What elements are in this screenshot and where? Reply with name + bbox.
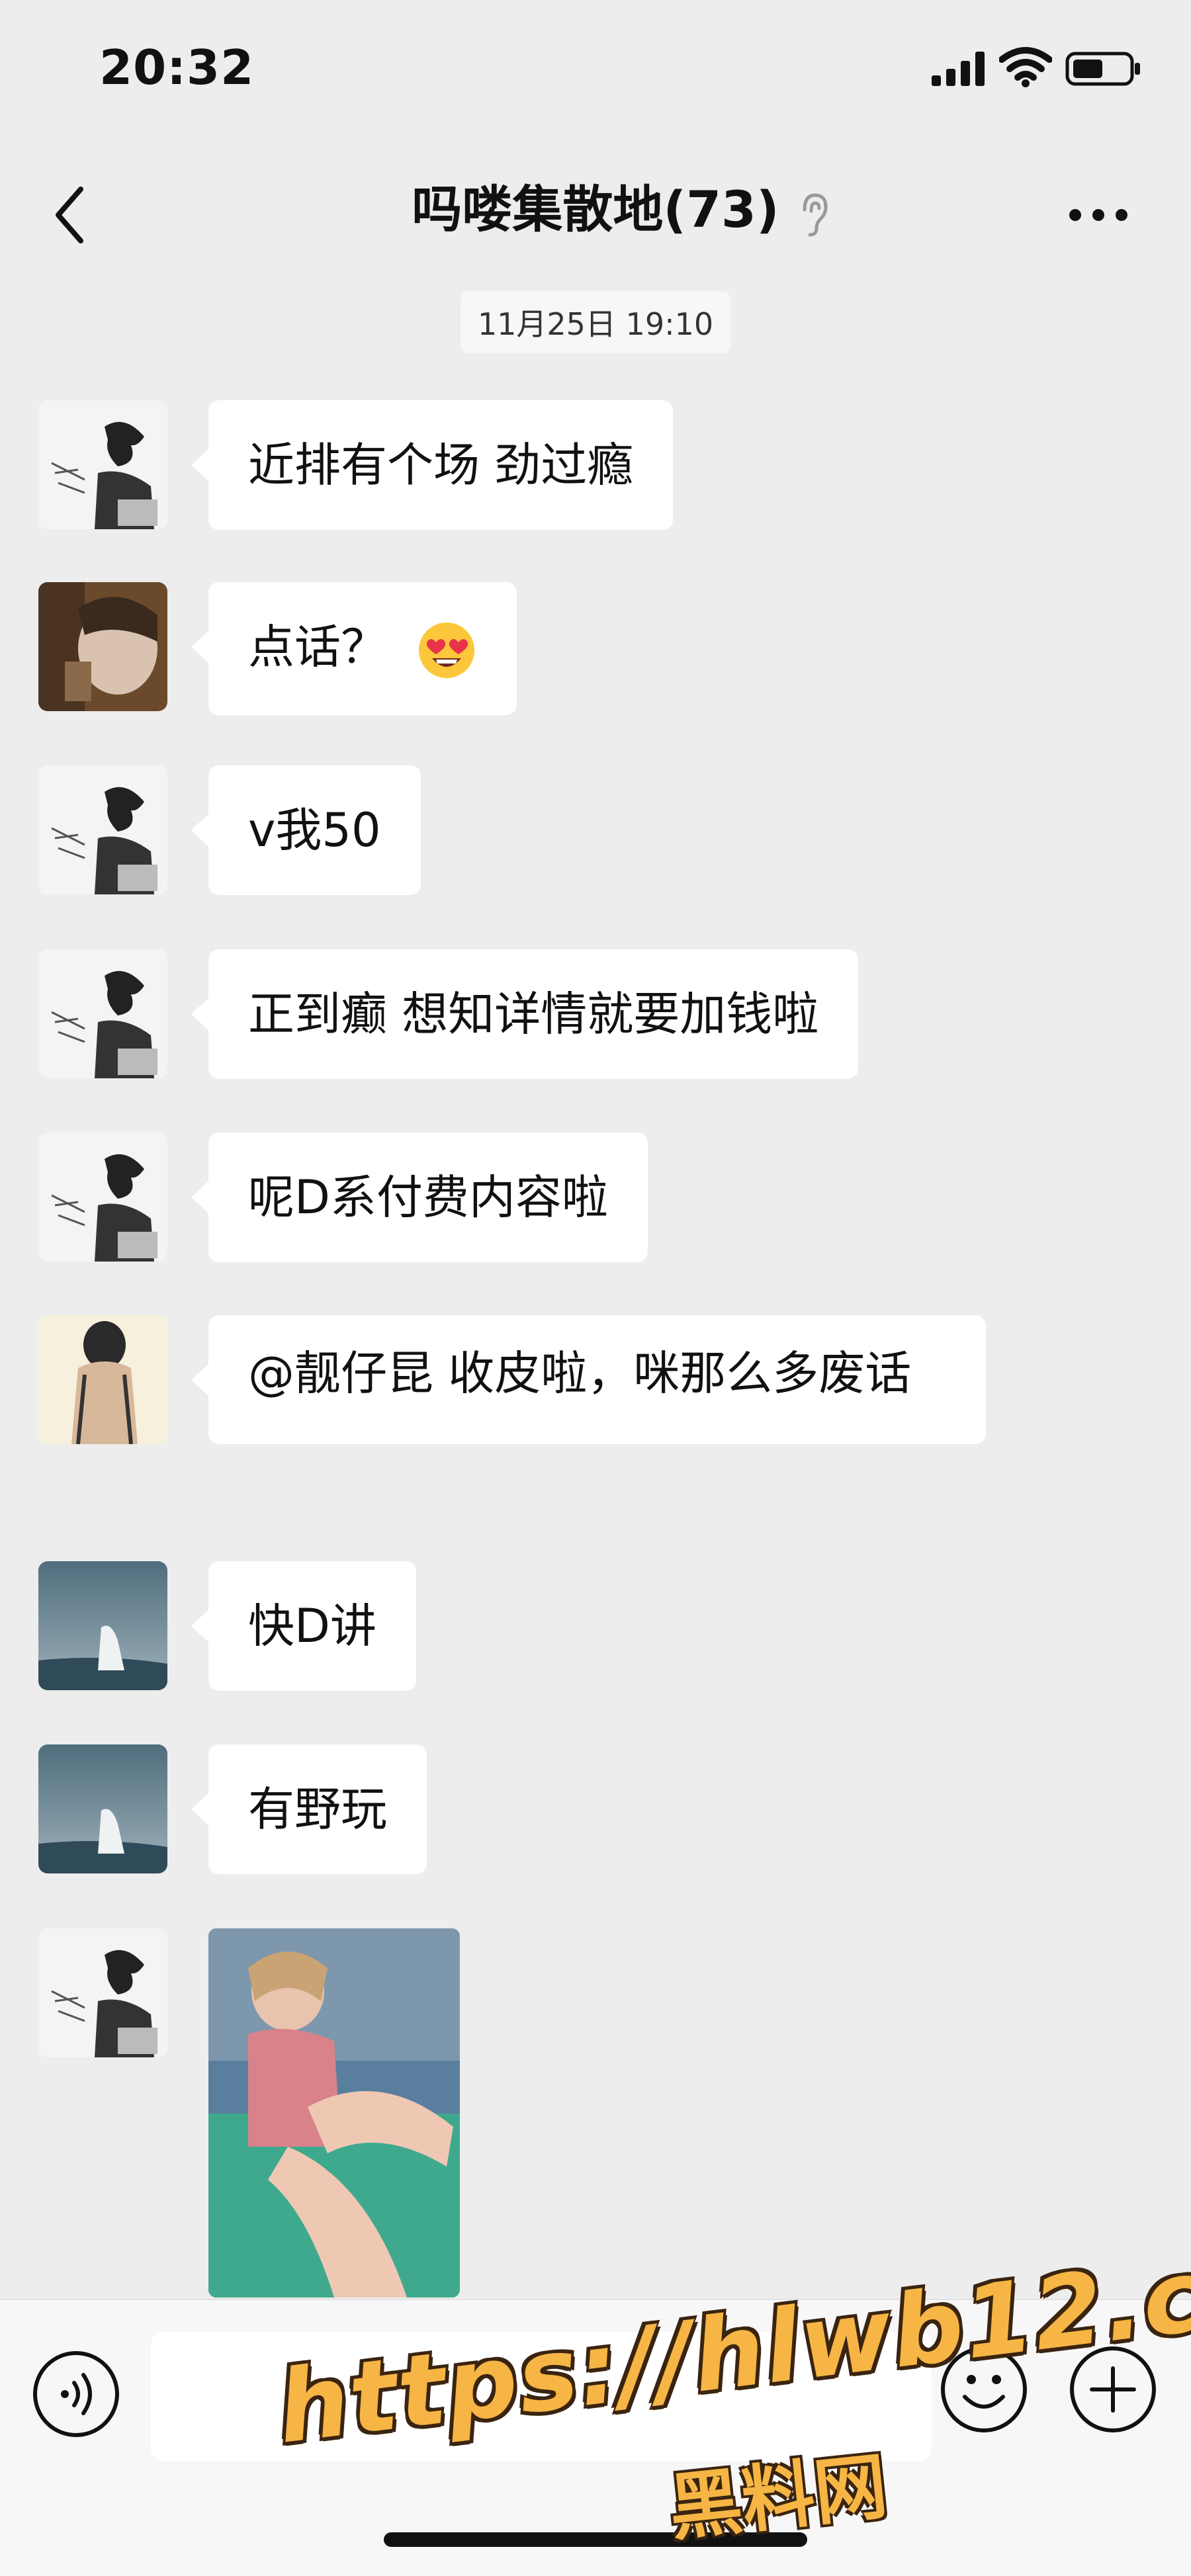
avatar-illustration-image (38, 1315, 167, 1444)
avatar[interactable] (38, 1928, 167, 2057)
avatar-sketch-image (38, 949, 167, 1078)
avatar[interactable] (38, 765, 167, 894)
avatar-sketch-image (38, 1133, 167, 1262)
message-bubble[interactable]: @靓仔昆 收皮啦，咪那么多废话 (191, 1315, 986, 1444)
avatar-sketch-image (38, 400, 167, 529)
message-bubble[interactable]: 快D讲 (191, 1561, 416, 1691)
image-message[interactable] (208, 1928, 460, 2297)
avatar-sketch-image (38, 765, 167, 894)
message-bubble[interactable]: 有野玩 (191, 1744, 427, 1874)
message-text: 呢D系付费内容啦 (248, 1170, 608, 1224)
avatar[interactable] (38, 1315, 167, 1444)
message-text: 近排有个场 劲过瘾 (248, 438, 634, 492)
emoji-icon (941, 2346, 1027, 2432)
message-text: @靓仔昆 收皮啦，咪那么多废话 (248, 1346, 912, 1400)
message-text: 点话？ (248, 620, 387, 674)
avatar-sketch-image (38, 1928, 167, 2057)
chat-header: 吗喽集散地(73) (0, 139, 1191, 278)
message-bubble[interactable]: v我50 (191, 765, 421, 895)
more-actions-button[interactable] (1069, 2345, 1158, 2437)
message-text: 快D讲 (248, 1599, 376, 1653)
chat-title: 吗喽集散地(73) (412, 180, 779, 239)
plus-icon (1070, 2346, 1156, 2432)
status-bar: 20:32 (0, 0, 1191, 139)
avatar-seascape-image (38, 1561, 167, 1690)
emoji-button[interactable] (940, 2345, 1029, 2437)
message-timestamp: 11月25日 19:10 (0, 291, 1191, 353)
home-indicator (384, 2532, 807, 2547)
avatar[interactable] (38, 1744, 167, 1873)
battery-icon (1065, 52, 1140, 86)
avatar[interactable] (38, 1133, 167, 1262)
message-text: 正到癫 想知详情就要加钱啦 (248, 987, 819, 1041)
more-button[interactable] (1062, 185, 1135, 245)
avatar[interactable] (38, 1561, 167, 1690)
photo-thumbnail-image (208, 1928, 460, 2297)
avatar-photo-image (38, 582, 167, 711)
avatar[interactable] (38, 582, 167, 711)
message-bubble[interactable]: 近排有个场 劲过瘾 (191, 400, 674, 530)
message-text: 有野玩 (248, 1782, 387, 1836)
wifi-icon (999, 47, 1052, 87)
mute-icon (803, 193, 828, 237)
message-bubble[interactable]: 正到癫 想知详情就要加钱啦 (191, 949, 859, 1079)
chat-title-container: 吗喽集散地(73) (0, 169, 1191, 241)
avatar[interactable] (38, 400, 167, 529)
message-input[interactable] (151, 2332, 932, 2461)
status-time: 20:32 (99, 40, 255, 95)
avatar[interactable] (38, 949, 167, 1078)
message-bubble[interactable]: 点话？ (191, 582, 517, 715)
voice-icon (33, 2351, 119, 2437)
message-text: v我50 (248, 803, 381, 857)
voice-button[interactable] (32, 2350, 121, 2442)
signal-icon (932, 52, 985, 86)
more-icon (1069, 209, 1127, 221)
message-bubble[interactable]: 呢D系付费内容啦 (191, 1133, 648, 1262)
timestamp-label: 11月25日 19:10 (460, 291, 731, 353)
avatar-seascape-image (38, 1744, 167, 1873)
heart-eyes-emoji-icon (419, 622, 475, 678)
